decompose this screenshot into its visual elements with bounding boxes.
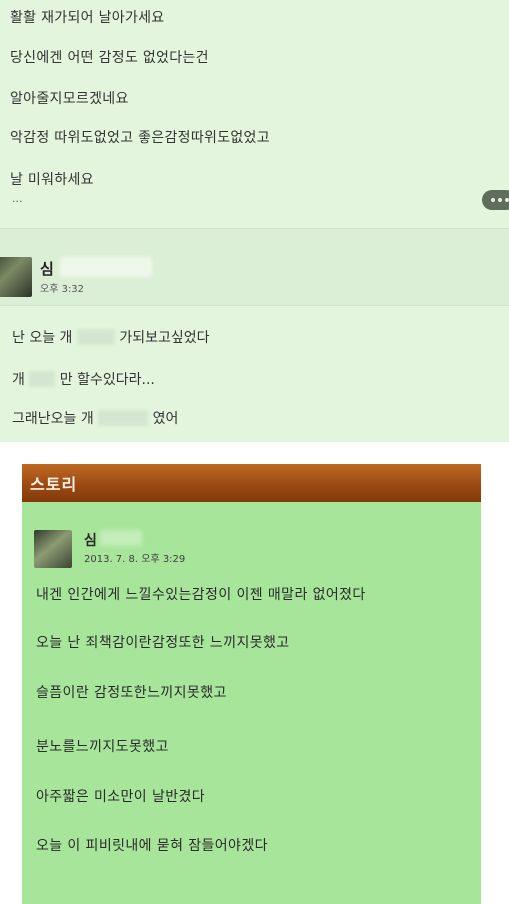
comment-line-1-start: 난 오늘 개	[12, 330, 73, 346]
comment-line-2: 개 만 할수있다라...	[12, 369, 155, 389]
comment-line-1: 난 오늘 개 가되보고싶었다	[12, 327, 210, 347]
comment-line-3-end: 였어	[152, 411, 179, 427]
story-header-bar: 스토리	[22, 464, 481, 502]
post-ellipsis: ...	[12, 192, 23, 205]
comment-time: 오후 3:32	[40, 284, 85, 295]
post-line-4: 악감정 따위도없었고 좋은감정따위도없었고	[10, 130, 270, 146]
avatar[interactable]	[0, 257, 32, 297]
story-line-5: 아주짧은 미소만이 날반겼다	[36, 789, 206, 805]
more-dots-icon	[491, 198, 495, 202]
post-text-panel: 활활 재가되어 날아가세요 당신에겐 어떤 감정도 없었다는건 알아줄지모르겠네…	[0, 0, 509, 228]
comment-line-2-end: 만 할수있다라...	[59, 372, 155, 388]
comment-line-3-start: 그래난오늘 개	[12, 411, 94, 427]
comment-line-2-start: 개	[12, 372, 25, 388]
story-line-3: 슬픔이란 감정또한느끼지못했고	[36, 685, 227, 701]
censor-blur	[98, 410, 149, 426]
story-time: 2013. 7. 8. 오후 3:29	[84, 554, 186, 565]
comment-body: 난 오늘 개 가되보고싶었다 개 만 할수있다라... 그래난오늘 개 였어	[0, 306, 509, 442]
story-panel: 스토리 심 2013. 7. 8. 오후 3:29 내겐 인간에게 느낄수있는감…	[22, 464, 481, 904]
story-author[interactable]: 심	[84, 530, 97, 550]
more-options-button[interactable]	[482, 190, 509, 210]
censor-blur	[76, 329, 115, 345]
story-title[interactable]: 스토리	[30, 471, 77, 495]
post-line-5: 날 미워하세요	[10, 172, 94, 188]
post-line-3: 알아줄지모르겠네요	[10, 91, 129, 107]
avatar[interactable]	[34, 530, 72, 568]
post-line-1: 활활 재가되어 날아가세요	[10, 10, 165, 26]
comment-line-3: 그래난오늘 개 였어	[12, 408, 178, 428]
story-line-2: 오늘 난 죄책감이란감정또한 느끼지못했고	[36, 635, 290, 651]
comment-header: 심 오후 3:32	[0, 228, 509, 306]
comment-author[interactable]: 심	[40, 258, 54, 279]
censor-blur	[29, 371, 56, 387]
name-censor-blur	[60, 257, 152, 277]
story-line-4: 분노를느끼지도못했고	[36, 739, 169, 755]
story-line-1: 내겐 인간에게 느낄수있는감정이 이젠 매말라 없어졌다	[36, 587, 366, 603]
story-line-6: 오늘 이 피비릿내에 묻혀 잠들어야겠다	[36, 838, 268, 854]
comment-line-1-end: 가되보고싶었다	[119, 330, 210, 346]
post-line-2: 당신에겐 어떤 감정도 없었다는건	[10, 50, 209, 66]
name-censor-blur	[100, 530, 142, 546]
